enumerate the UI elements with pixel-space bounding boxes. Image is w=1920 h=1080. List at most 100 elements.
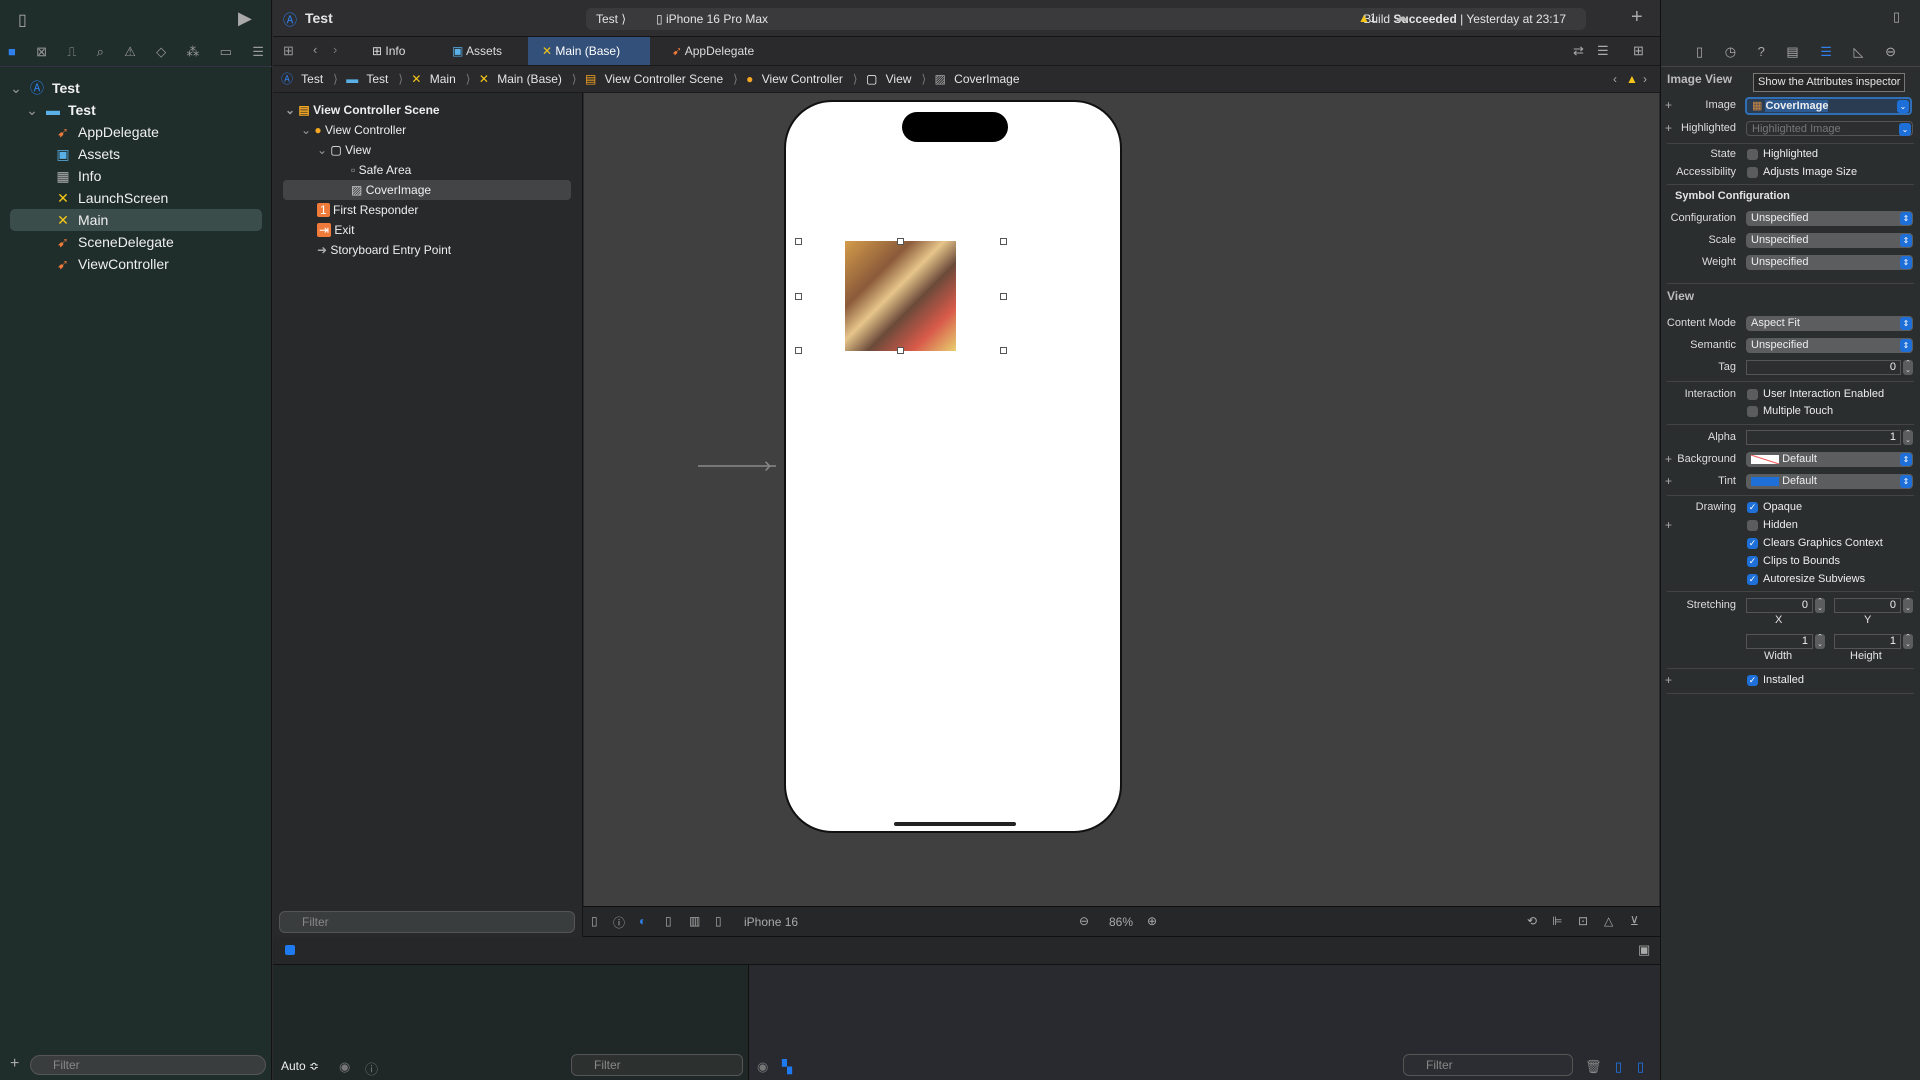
outline-item-safe-area[interactable]: ▫ Safe Area [351, 160, 411, 180]
sidebar-toggle-icon[interactable]: ▯ [18, 10, 27, 30]
orientation-icon[interactable]: ▯ [665, 914, 672, 928]
user-interaction-checkbox[interactable] [1747, 389, 1758, 400]
console-output-icon[interactable]: ▚ [782, 1059, 792, 1075]
hide-debug-area-icon[interactable]: ▣ [1638, 942, 1650, 958]
outline-item-exit[interactable]: ⇥ Exit [317, 220, 354, 240]
info-icon[interactable]: ⓘ [365, 1059, 378, 1078]
related-items-icon[interactable]: ⇄ [1573, 43, 1584, 59]
report-icon[interactable]: ☰ [252, 44, 264, 60]
stretch-y-field[interactable]: 0 [1834, 598, 1901, 613]
device-selector[interactable]: ▯ iPhone 16 Pro Max [656, 8, 768, 30]
autoresize-subviews-checkbox[interactable]: ✓ [1747, 574, 1758, 585]
image-combo[interactable]: ▦ CoverImage ⌄ [1745, 97, 1912, 115]
nav-item-appdelegate[interactable]: ➹ AppDelegate [10, 121, 262, 143]
outline-item-view-controller[interactable]: ⌄ ● View Controller [301, 120, 406, 140]
semantic-popup[interactable]: Unspecified ⇕ [1746, 338, 1913, 353]
clears-graphics-checkbox[interactable]: ✓ [1747, 538, 1758, 549]
resize-handle[interactable] [1000, 347, 1007, 354]
highlighted-image-combo[interactable]: Highlighted Image ⌄ [1746, 121, 1913, 136]
zoom-out-icon[interactable]: ⊖ [1079, 914, 1089, 928]
editor-options-icon[interactable]: ☰ [1597, 43, 1609, 59]
outline-item-view[interactable]: ⌄ ▢ View [317, 140, 371, 160]
appearance-icon[interactable]: ◐ [639, 914, 646, 928]
align-icon[interactable]: ⊫ [1552, 914, 1562, 928]
bookmark-icon[interactable]: ⎍ [67, 44, 76, 60]
breadcrumb-item[interactable]: ▨ CoverImage [934, 72, 1024, 86]
add-variation-button[interactable]: + [1665, 121, 1672, 135]
grid-icon[interactable]: ⊞ [283, 43, 294, 59]
add-editor-icon[interactable]: ⊞ [1633, 43, 1644, 59]
cover-image[interactable] [845, 241, 956, 351]
previous-issue-button[interactable]: ‹ [1613, 66, 1617, 93]
folder-icon[interactable]: ■ [8, 44, 16, 60]
breadcrumb-item[interactable]: ▢ View [866, 72, 916, 86]
update-frames-icon[interactable]: ⟲ [1527, 914, 1537, 928]
tint-color-popup[interactable]: Default ⇕ [1746, 474, 1913, 489]
breakpoint-icon[interactable]: ▭ [220, 44, 232, 60]
stretch-width-stepper[interactable]: ⌃ ⌄ [1815, 634, 1825, 649]
background-color-popup[interactable]: Default ⇕ [1746, 452, 1913, 467]
nav-item-viewcontroller[interactable]: ➹ ViewController [10, 253, 262, 275]
warning-icon[interactable]: ▲ [1626, 66, 1638, 93]
resize-handle[interactable] [795, 347, 802, 354]
outline-filter-input[interactable]: Filter [279, 911, 575, 933]
warning-icon[interactable]: ⚠ [124, 44, 136, 60]
help-inspector-icon[interactable]: ? [1758, 44, 1765, 60]
tag-field[interactable]: 0 [1746, 360, 1901, 375]
nav-item-main[interactable]: ✕ Main [10, 209, 262, 231]
add-variation-button[interactable]: + [1665, 518, 1672, 532]
outline-item-coverimage[interactable]: ▨ CoverImage [283, 180, 571, 200]
inspector-toggle-icon[interactable]: ▯ [1893, 9, 1900, 25]
add-variation-button[interactable]: + [1665, 98, 1672, 112]
split-view-icon[interactable]: ▥ [689, 914, 700, 928]
stretch-y-stepper[interactable]: ⌃ ⌄ [1903, 598, 1913, 613]
resize-handle[interactable] [897, 347, 904, 354]
clips-to-bounds-checkbox[interactable]: ✓ [1747, 556, 1758, 567]
embed-icon[interactable]: ⊻ [1630, 914, 1639, 928]
add-constraints-icon[interactable]: ⊡ [1578, 914, 1588, 928]
device-icon[interactable]: ▯ [715, 914, 722, 928]
outline-item-entry-point[interactable]: ➜ Storyboard Entry Point [317, 240, 451, 260]
nav-item-launchscreen[interactable]: ✕ LaunchScreen [10, 187, 262, 209]
view-controller-scene[interactable] [784, 100, 1122, 833]
source-control-icon[interactable]: ⊠ [36, 44, 47, 60]
scale-popup[interactable]: Unspecified ⇕ [1746, 233, 1913, 248]
resize-handle[interactable] [1000, 293, 1007, 300]
resize-handle[interactable] [795, 238, 802, 245]
stretch-height-stepper[interactable]: ⌃ ⌄ [1903, 634, 1913, 649]
stretch-x-field[interactable]: 0 [1746, 598, 1813, 613]
outline-toggle-icon[interactable]: ▯ [591, 914, 598, 928]
breadcrumb-item[interactable]: ● View Controller [746, 72, 848, 86]
debug-icon[interactable]: ⁂ [186, 44, 199, 60]
breadcrumb-item[interactable]: ▬ Test [346, 72, 393, 86]
tag-stepper[interactable]: ⌃ ⌄ [1903, 360, 1913, 375]
trash-icon[interactable]: 🗑 [1585, 1059, 1602, 1075]
configuration-popup[interactable]: Unspecified ⇕ [1746, 211, 1913, 226]
nav-item-scenedelegate[interactable]: ➹ SceneDelegate [10, 231, 262, 253]
add-button[interactable]: + [1631, 6, 1643, 29]
eye-icon[interactable]: ◉ [757, 1059, 768, 1075]
nav-item-assets[interactable]: ▣ Assets [10, 143, 262, 165]
resolve-issues-icon[interactable]: △ [1604, 914, 1613, 928]
forward-button[interactable]: › [333, 42, 337, 57]
nav-item-info[interactable]: ▦ Info [10, 165, 262, 187]
console-toggle-icon[interactable]: ▯ [1637, 1059, 1644, 1075]
identity-inspector-icon[interactable]: ▤ [1786, 44, 1798, 60]
variables-scope-selector[interactable]: Auto ≎ [281, 1059, 319, 1073]
device-label[interactable]: iPhone 16 [744, 915, 798, 929]
stretch-x-stepper[interactable]: ⌃ ⌄ [1815, 598, 1825, 613]
stretch-height-field[interactable]: 1 [1834, 634, 1901, 649]
run-button[interactable]: ▶ [238, 8, 252, 29]
add-variation-button[interactable]: + [1665, 474, 1672, 488]
breadcrumb-item[interactable]: ▤ View Controller Scene [585, 72, 728, 86]
tab-assets[interactable]: ▣ Assets [438, 37, 516, 65]
next-issue-button[interactable]: › [1643, 66, 1647, 93]
multiple-touch-checkbox[interactable] [1747, 406, 1758, 417]
add-variation-button[interactable]: + [1665, 452, 1672, 466]
highlighted-checkbox[interactable] [1747, 149, 1758, 160]
file-inspector-icon[interactable]: ▯ [1696, 44, 1703, 60]
breadcrumb-item[interactable]: ✕ Main (Base) [479, 72, 567, 86]
search-icon[interactable]: ⌕ [97, 44, 104, 60]
tab-appdelegate[interactable]: ➹ AppDelegate [658, 37, 768, 65]
installed-checkbox[interactable]: ✓ [1747, 675, 1758, 686]
